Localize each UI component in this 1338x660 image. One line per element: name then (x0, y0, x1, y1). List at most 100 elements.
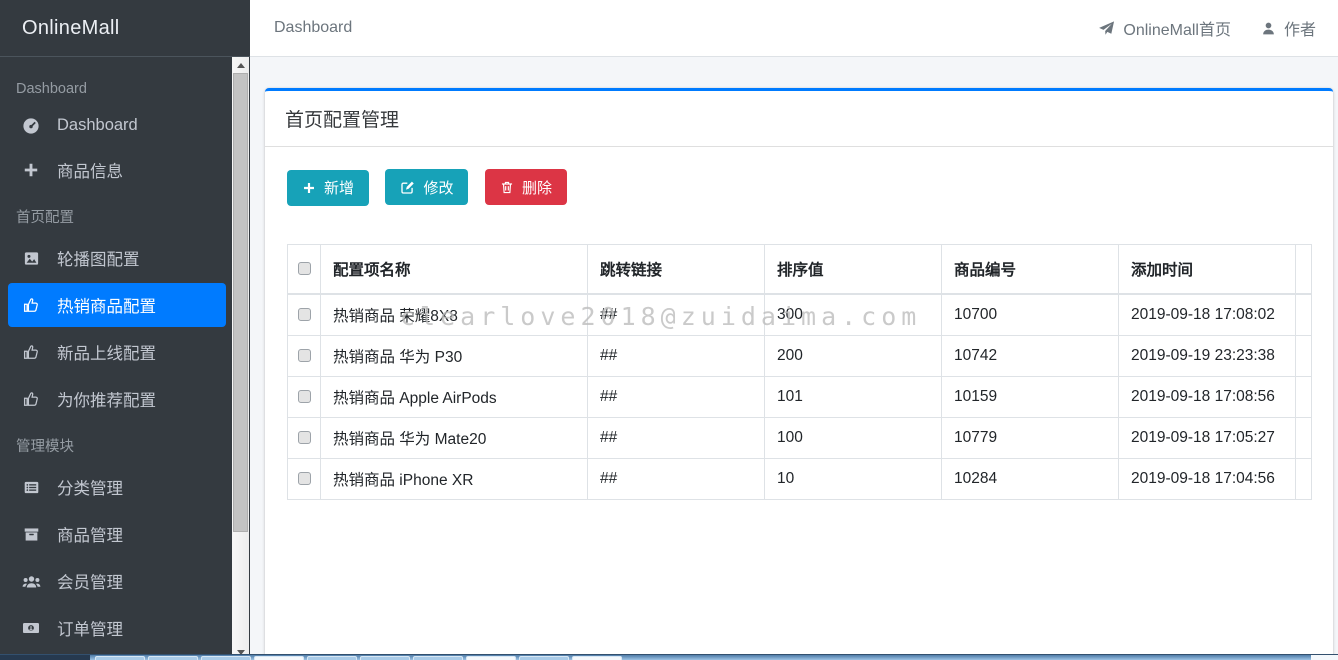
column-header: 配置项名称 (321, 244, 588, 294)
cell-empty (1296, 335, 1312, 376)
cell-link: ## (588, 294, 765, 336)
sidebar: OnlineMall Dashboard Dashboard 商品信息 首页配置… (0, 0, 250, 660)
cell-link: ## (588, 458, 765, 499)
plus-icon (20, 162, 42, 178)
taskbar-window-button[interactable] (360, 656, 410, 660)
sidebar-item-热销商品配置[interactable]: 热销商品配置 (8, 283, 226, 327)
add-button-label: 新增 (324, 177, 354, 198)
table-wrapper: 配置项名称跳转链接排序值商品编号添加时间 热销商品 荣耀8X8 ## 300 1… (287, 244, 1311, 500)
sidebar-item-分类管理[interactable]: 分类管理 (8, 465, 226, 509)
taskbar-window-button[interactable] (519, 656, 569, 660)
table-row: 热销商品 荣耀8X8 ## 300 10700 2019-09-18 17:08… (288, 294, 1312, 336)
box-icon (20, 526, 42, 543)
table-row: 热销商品 iPhone XR ## 10 10284 2019-09-18 17… (288, 458, 1312, 499)
cell-sort: 101 (765, 376, 942, 417)
trash-icon (500, 180, 514, 195)
main-area: Dashboard OnlineMall首页 作者 首页配置管理 新增 (250, 0, 1338, 660)
taskbar-window-button[interactable] (148, 656, 198, 660)
column-header: 跳转链接 (588, 244, 765, 294)
sidebar-item-label: 会员管理 (57, 569, 123, 593)
scrollbar-thumb[interactable] (233, 73, 248, 532)
row-checkbox[interactable] (298, 472, 311, 485)
sidebar-item-商品信息[interactable]: 商品信息 (8, 148, 226, 192)
cell-name: 热销商品 荣耀8X8 (321, 294, 588, 336)
cell-sku: 10779 (942, 417, 1119, 458)
sidebar-item-为你推荐配置[interactable]: 为你推荐配置 (8, 377, 226, 421)
cell-empty (1296, 376, 1312, 417)
edit-button[interactable]: 修改 (385, 169, 468, 205)
header-link-作者[interactable]: 作者 (1261, 16, 1316, 40)
cell-name: 热销商品 华为 Mate20 (321, 417, 588, 458)
cell-sort: 200 (765, 335, 942, 376)
cell-empty (1296, 294, 1312, 336)
table-row: 热销商品 Apple AirPods ## 101 10159 2019-09-… (288, 376, 1312, 417)
sidebar-item-label: 轮播图配置 (57, 246, 140, 270)
sidebar-item-label: 商品管理 (57, 522, 123, 546)
taskbar-window-button[interactable] (466, 656, 516, 660)
header-links: OnlineMall首页 作者 (1098, 16, 1316, 40)
user-icon (1261, 21, 1276, 36)
sidebar-item-label: 商品信息 (57, 158, 123, 182)
plus-icon (302, 181, 316, 195)
content-area: 首页配置管理 新增 修改 删除 (250, 57, 1338, 660)
sidebar-section-header: 管理模块 (8, 424, 226, 465)
breadcrumb: Dashboard (274, 19, 352, 37)
column-header: 商品编号 (942, 244, 1119, 294)
sidebar-section: 首页配置 轮播图配置 热销商品配置 新品上线配置 为你推荐配置 (8, 195, 226, 421)
row-checkbox[interactable] (298, 431, 311, 444)
taskbar-window-button[interactable] (254, 656, 304, 660)
taskbar-window-button[interactable] (201, 656, 251, 660)
add-button[interactable]: 新增 (287, 170, 369, 206)
cell-empty (1296, 458, 1312, 499)
row-select-cell (288, 458, 321, 499)
pencil-square-icon (400, 180, 415, 195)
cell-name: 热销商品 Apple AirPods (321, 376, 588, 417)
taskbar-start-segment[interactable] (0, 655, 90, 660)
select-all-checkbox[interactable] (298, 262, 311, 275)
sidebar-item-label: 订单管理 (57, 616, 123, 640)
taskbar-window-button[interactable] (413, 656, 463, 660)
row-checkbox[interactable] (298, 390, 311, 403)
os-taskbar[interactable] (0, 654, 1338, 660)
row-checkbox[interactable] (298, 349, 311, 362)
cell-sort: 300 (765, 294, 942, 336)
select-all-cell (288, 244, 321, 294)
delete-button[interactable]: 删除 (485, 169, 567, 205)
taskbar-window-button[interactable] (307, 656, 357, 660)
sidebar-item-label: Dashboard (57, 116, 138, 135)
thumbs-up-icon (20, 390, 42, 408)
cell-time: 2019-09-18 17:08:56 (1119, 376, 1296, 417)
brand-logo[interactable]: OnlineMall (0, 0, 250, 57)
table-row: 热销商品 华为 P30 ## 200 10742 2019-09-19 23:2… (288, 335, 1312, 376)
sidebar-item-新品上线配置[interactable]: 新品上线配置 (8, 330, 226, 374)
cell-time: 2019-09-19 23:23:38 (1119, 335, 1296, 376)
config-table: 配置项名称跳转链接排序值商品编号添加时间 热销商品 荣耀8X8 ## 300 1… (287, 244, 1312, 500)
users-icon (20, 573, 42, 590)
taskbar-end-segment[interactable] (1311, 655, 1338, 660)
sidebar-item-商品管理[interactable]: 商品管理 (8, 512, 226, 556)
sidebar-section: Dashboard Dashboard 商品信息 (8, 70, 226, 192)
list-icon (20, 479, 42, 496)
cell-link: ## (588, 335, 765, 376)
sidebar-item-dashboard[interactable]: Dashboard (8, 106, 226, 145)
cell-link: ## (588, 376, 765, 417)
thumbs-up-icon (20, 343, 42, 361)
cell-sku: 10159 (942, 376, 1119, 417)
sidebar-item-label: 为你推荐配置 (57, 387, 156, 411)
row-select-cell (288, 376, 321, 417)
cell-sku: 10742 (942, 335, 1119, 376)
taskbar-window-button[interactable] (95, 656, 145, 660)
scroll-up-icon[interactable] (232, 57, 249, 73)
taskbar-window-button[interactable] (572, 656, 622, 660)
row-checkbox[interactable] (298, 308, 311, 321)
cell-time: 2019-09-18 17:05:27 (1119, 417, 1296, 458)
sidebar-scrollbar[interactable] (232, 57, 249, 660)
cell-time: 2019-09-18 17:08:02 (1119, 294, 1296, 336)
header-link-onlinemall首页[interactable]: OnlineMall首页 (1098, 16, 1231, 40)
sidebar-item-会员管理[interactable]: 会员管理 (8, 559, 226, 603)
sidebar-item-轮播图配置[interactable]: 轮播图配置 (8, 236, 226, 280)
cell-sku: 10284 (942, 458, 1119, 499)
sidebar-item-订单管理[interactable]: 订单管理 (8, 606, 226, 650)
top-header: Dashboard OnlineMall首页 作者 (250, 0, 1338, 57)
column-header: 排序值 (765, 244, 942, 294)
